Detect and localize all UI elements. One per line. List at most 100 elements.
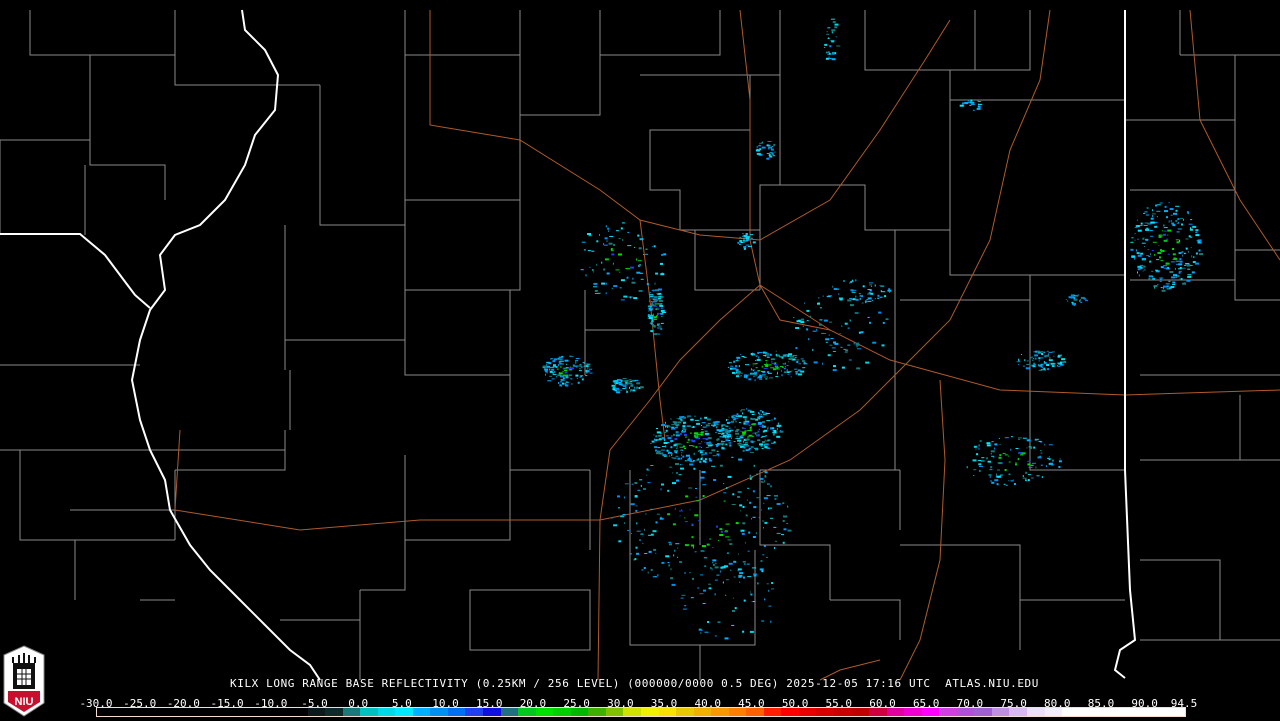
colorbar-segment [395, 708, 413, 716]
echo-pixel [1176, 222, 1178, 224]
echo-pixel [1180, 278, 1183, 281]
echo-pixel [816, 328, 818, 331]
echo-pixel [788, 353, 793, 356]
echo-pixel [1083, 297, 1087, 299]
echo-pixel [623, 522, 625, 524]
echo-pixel [988, 460, 991, 463]
echo-pixel [1035, 350, 1038, 353]
echo-pixel [608, 242, 613, 245]
echo-pixel [782, 354, 786, 356]
echo-pixel [596, 263, 598, 266]
echo-pixel [682, 608, 687, 610]
echo-pixel [736, 371, 737, 374]
echo-pixel [1169, 208, 1174, 210]
echo-pixel [680, 443, 683, 445]
echo-pixel [827, 354, 831, 357]
echo-pixel [550, 358, 552, 360]
echo-pixel [735, 522, 739, 525]
echo-pixel [581, 241, 586, 243]
echo-pixel [740, 242, 744, 243]
echo-pixel [1150, 221, 1155, 224]
echo-pixel [660, 307, 663, 309]
echo-pixel [660, 516, 662, 519]
echo-pixel [689, 456, 691, 459]
echo-pixel [716, 426, 718, 429]
echo-pixel [839, 333, 841, 334]
echo-pixel [588, 235, 592, 237]
echo-pixel [830, 338, 834, 339]
echo-pixel [583, 363, 585, 365]
echo-pixel [761, 410, 763, 413]
colorbar-segment [1026, 708, 1045, 716]
echo-pixel [1038, 360, 1040, 362]
echo-pixel [601, 261, 603, 264]
echo-pixel [745, 364, 749, 366]
echo-pixel [872, 341, 877, 344]
echo-pixel [1152, 209, 1154, 212]
echo-pixel [735, 365, 738, 368]
echo-pixel [1137, 268, 1141, 271]
echo-pixel [869, 284, 873, 286]
echo-pixel [736, 413, 739, 416]
echo-pixel [711, 465, 716, 467]
echo-pixel [1156, 204, 1161, 206]
echo-pixel [669, 453, 674, 455]
echo-pixel [700, 433, 703, 436]
echo-pixel [768, 483, 771, 485]
echo-pixel [738, 574, 743, 577]
echo-pixel [578, 370, 582, 372]
echo-pixel [650, 330, 654, 333]
colorbar-segment [202, 708, 220, 716]
echo-pixel [765, 440, 770, 442]
echo-pixel [684, 448, 687, 449]
echo-pixel [1058, 460, 1062, 463]
echo-pixel [860, 331, 864, 334]
echo-pixel [787, 372, 790, 373]
echo-pixel [587, 367, 589, 370]
echo-pixel [879, 285, 882, 287]
echo-pixel [585, 365, 589, 368]
echo-pixel [696, 500, 699, 502]
colorbar-segment [1044, 708, 1063, 716]
echo-pixel [800, 321, 805, 324]
station-id: KILX [230, 677, 259, 690]
echo-pixel [766, 362, 768, 364]
echo-pixel [739, 572, 744, 575]
echo-pixel [649, 296, 653, 298]
echo-pixel [672, 421, 677, 423]
echo-pixel [742, 235, 744, 237]
echo-pixel [762, 554, 765, 556]
echo-pixel [622, 514, 626, 515]
echo-pixel [729, 434, 731, 437]
echo-pixel [858, 293, 861, 295]
echo-pixel [684, 544, 689, 547]
colorbar-segment [676, 708, 694, 716]
echo-pixel [701, 471, 706, 473]
colorbar-segment [991, 708, 1010, 716]
echo-pixel [726, 444, 728, 446]
echo-pixel [726, 422, 730, 424]
echo-pixel [740, 353, 742, 355]
echo-pixel [634, 482, 638, 484]
echo-pixel [1175, 220, 1178, 222]
echo-pixel [824, 47, 826, 48]
echo-pixel [751, 368, 752, 370]
echo-pixel [1163, 265, 1168, 267]
echo-pixel [694, 419, 699, 421]
echo-pixel [741, 447, 746, 449]
echo-pixel [769, 155, 773, 158]
echo-pixel [1166, 238, 1169, 240]
echo-pixel [1044, 443, 1046, 446]
echo-pixel [743, 357, 747, 358]
echo-pixel [737, 443, 742, 445]
echo-pixel [656, 307, 660, 309]
echo-pixel [661, 483, 664, 486]
echo-pixel [1177, 268, 1181, 270]
echo-pixel [1028, 466, 1033, 468]
echo-pixel [1008, 461, 1011, 463]
echo-pixel [593, 282, 598, 285]
echo-pixel [763, 527, 764, 529]
echo-pixel [650, 321, 654, 323]
echo-pixel [834, 26, 838, 29]
echo-pixel [782, 520, 785, 522]
